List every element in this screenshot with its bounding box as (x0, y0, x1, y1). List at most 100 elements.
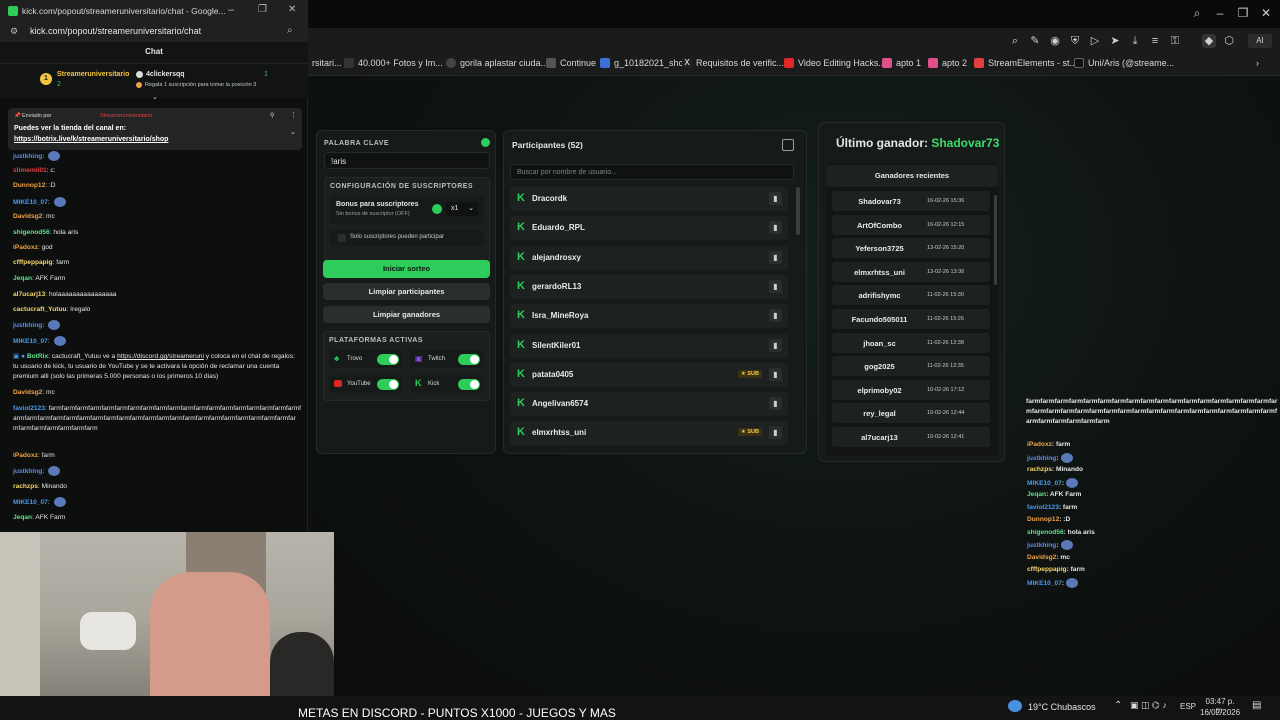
tray-icons[interactable]: ▣ ◫ ⌬ ♪ (1130, 700, 1167, 711)
bookmarks-overflow-icon[interactable]: › (1256, 58, 1259, 68)
chat-username[interactable]: Dunnop12 (13, 182, 45, 189)
trash-icon[interactable]: ▮ (769, 192, 782, 205)
participant-row[interactable]: KgerardoRL13 ▮ (510, 274, 788, 299)
trash-icon[interactable]: ▮ (769, 250, 782, 264)
chat-username[interactable]: iPadoxz (13, 244, 38, 251)
bookmark-item[interactable]: StreamElements - st... (974, 58, 1077, 68)
trash-icon[interactable]: ▮ (769, 338, 782, 352)
chat-username[interactable]: Jeqan (13, 514, 32, 521)
participant-row[interactable]: Kelmxrhtss_uni ★ SUB ▮ (510, 421, 788, 446)
chat-username[interactable]: slimemii01 (13, 167, 47, 174)
participant-row[interactable]: K Dracordk ▮ (510, 187, 788, 211)
heart-icon[interactable] (1108, 34, 1122, 48)
bookmark-item[interactable]: rsitari... (312, 58, 342, 68)
play-icon[interactable]: ▷ (1088, 34, 1102, 48)
twitch-toggle[interactable] (458, 354, 480, 365)
chat-username[interactable]: Davidsg2 (13, 389, 42, 396)
site-settings-icon[interactable]: ⚙ (10, 26, 18, 37)
edit-icon[interactable]: ✎ (1028, 34, 1042, 48)
shield-icon[interactable]: ⛨ (1068, 34, 1082, 48)
clear-winners-button[interactable]: Limpiar ganadores (323, 306, 490, 323)
trash-icon[interactable]: ▮ (769, 279, 782, 293)
chat-username[interactable]: Davidsg2 (13, 213, 42, 220)
chat-username[interactable]: BotRix (27, 353, 48, 360)
participant-row[interactable]: K Angelivan6574 ▮ (510, 392, 788, 417)
chat-username[interactable]: MIKE10_07 (13, 338, 48, 345)
winners-scrollbar[interactable] (994, 195, 997, 285)
restore-icon[interactable]: ❐ (1234, 6, 1252, 20)
trash-icon[interactable]: ▮ (769, 221, 782, 235)
cube-icon[interactable]: ⬡ (1222, 34, 1236, 48)
chat-username[interactable]: justkhing (13, 153, 42, 160)
more-options-icon[interactable]: ⋮ (290, 111, 297, 119)
chat-username[interactable]: Jeqan (13, 275, 32, 282)
participant-row[interactable]: Kpatata0405 ★ SUB ▮ (510, 362, 788, 387)
bookmark-item[interactable]: 40.000+ Fotos y Im... (344, 58, 443, 68)
bookmark-item[interactable]: Video Editing Hacks... (784, 58, 886, 68)
bookmark-item[interactable]: apto 2 (928, 58, 967, 68)
bookmark-item[interactable]: X Requisitos de verific... (682, 58, 784, 68)
chat-username[interactable]: MIKE10_07 (13, 499, 48, 506)
start-raffle-button[interactable]: Iniciar sorteo (323, 260, 490, 278)
ai-button[interactable]: AI (1248, 34, 1272, 48)
bookmark-item[interactable]: apto 1 (882, 58, 921, 68)
extension-icon[interactable]: ◆ (1202, 34, 1216, 48)
keyword-input[interactable]: !aris (324, 152, 490, 169)
only-subs-checkbox[interactable] (338, 234, 346, 242)
chat-username[interactable]: iPadoxz (13, 452, 38, 459)
chat-username[interactable]: justkhing (13, 322, 42, 329)
clock-date[interactable]: 16/02/2026 (1200, 708, 1240, 717)
search-tabs-icon[interactable]: ⌕ (1188, 6, 1206, 21)
chat-username[interactable]: al7ucarj13 (13, 291, 45, 298)
trash-icon[interactable]: ▮ (769, 397, 782, 411)
only-subs-row[interactable]: Solo suscriptores pueden participar (330, 230, 484, 246)
zoom-icon[interactable]: ⌕ (287, 25, 293, 36)
weather-text[interactable]: 19°C Chubascos (1028, 702, 1096, 712)
trash-icon[interactable]: ▮ (769, 426, 782, 440)
chat-link[interactable]: https://discord.gg/streameruni (117, 353, 204, 360)
participant-row[interactable]: K Isra_MineRoya ▮ (510, 304, 788, 329)
chat-address-bar[interactable]: ⚙ kick.com/popout/streameruniversitario/… (0, 22, 308, 42)
close-icon[interactable]: ✕ (288, 4, 296, 15)
bookmark-item[interactable]: g_10182021_shcc (600, 58, 688, 68)
bookmark-item[interactable]: Continue (546, 58, 596, 68)
language-indicator[interactable]: ESP (1180, 702, 1196, 711)
restore-icon[interactable]: ❐ (258, 4, 267, 15)
chat-username[interactable]: shigenod56 (13, 229, 50, 236)
menu-list-icon[interactable]: ≡ (1148, 34, 1162, 48)
zoom-icon[interactable]: ⌕ (1008, 34, 1022, 48)
chat-username[interactable]: justkhing (13, 468, 42, 475)
pinned-link[interactable]: https://botrix.live/k/streameruniversita… (14, 136, 168, 143)
participant-row[interactable]: Kalejandrosxy ▮ (510, 245, 788, 270)
multiplier-select[interactable]: x1 ⌄ (446, 202, 478, 216)
trash-icon[interactable]: ▮ (769, 309, 782, 323)
bookmark-item[interactable]: gorila aplastar ciuda... (446, 58, 548, 68)
participant-row[interactable]: K Eduardo_RPL ▮ (510, 216, 788, 241)
chat-username[interactable]: MIKE10_07 (13, 199, 48, 206)
chat-username[interactable]: cfffpeppapig (13, 259, 53, 266)
minimize-icon[interactable]: – (1211, 6, 1229, 20)
chevron-up-icon[interactable]: ⌃ (1114, 700, 1122, 711)
notifications-icon[interactable]: ▤ (1252, 700, 1261, 711)
lock-icon[interactable]: ⚿ (1168, 34, 1182, 48)
camera-icon[interactable]: ◉ (1048, 34, 1062, 48)
bookmark-item[interactable]: Uni/Aris (@streame... (1074, 58, 1174, 68)
chat-username[interactable]: rachzps (13, 483, 38, 490)
unpin-icon[interactable]: ⚲ (270, 112, 274, 119)
youtube-toggle[interactable] (377, 379, 399, 390)
expand-chevron-icon[interactable]: ⌄ (290, 128, 296, 136)
download-icon[interactable]: ⤓ (1128, 34, 1142, 48)
participant-search-input[interactable]: Buscar por nombre de usuario... (510, 164, 794, 180)
participant-row[interactable]: K SilentKiler01 ▮ (510, 333, 788, 358)
kick-toggle[interactable] (458, 379, 480, 390)
copy-icon[interactable] (782, 139, 794, 151)
collapse-chevron-icon[interactable]: ⌄ (152, 93, 158, 101)
minimize-icon[interactable]: – (228, 4, 234, 16)
close-icon[interactable]: ✕ (1257, 6, 1275, 20)
chat-username[interactable]: cactucraft_Yutuu (13, 306, 67, 313)
clear-participants-button[interactable]: Limpiar participantes (323, 283, 490, 300)
trash-icon[interactable]: ▮ (769, 367, 782, 381)
participants-scrollbar[interactable] (796, 187, 800, 235)
chat-username[interactable]: faviol2123 (13, 405, 45, 412)
trovo-toggle[interactable] (377, 354, 399, 365)
